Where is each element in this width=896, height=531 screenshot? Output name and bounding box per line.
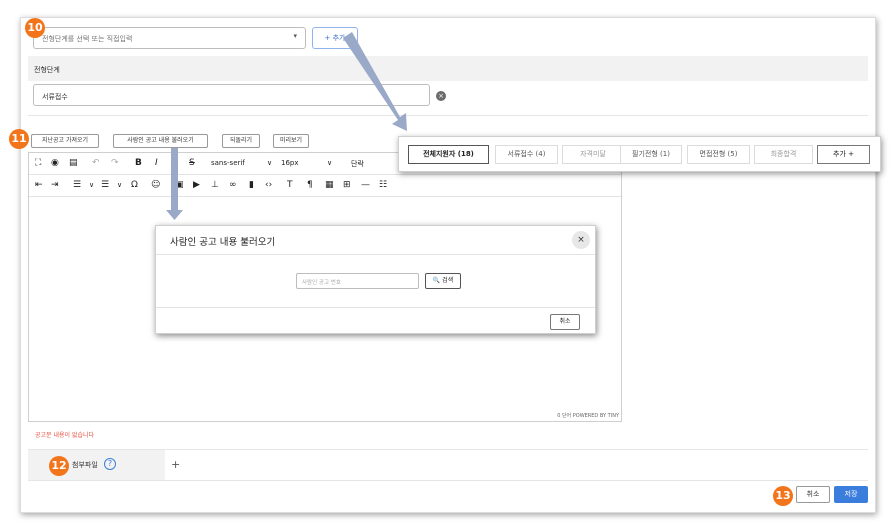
- undo-icon[interactable]: ↶: [92, 158, 100, 168]
- attachment-label: 첨부파일: [72, 461, 98, 469]
- error-message: 공고문 내용이 없습니다: [35, 432, 95, 439]
- preview-button[interactable]: 미리보기: [273, 134, 309, 148]
- step-badge-12: 12: [49, 456, 69, 476]
- redo-icon[interactable]: ↷: [111, 158, 119, 168]
- saramin-import-modal: 사람인 공고 내용 불러오기 × 사람인 공고 번호 🔍 검색 취소: [155, 225, 596, 334]
- close-icon[interactable]: ×: [572, 231, 590, 249]
- chevron-down-icon: ▾: [293, 32, 297, 40]
- add-tab-button[interactable]: 추가 +: [817, 145, 870, 164]
- emoji-icon[interactable]: ☺: [151, 180, 160, 190]
- stage-section-title: 전형단계: [28, 56, 868, 81]
- tab-final-pass[interactable]: 최종합격: [754, 145, 813, 164]
- search-button[interactable]: 🔍 검색: [425, 273, 461, 289]
- modal-cancel-button[interactable]: 취소: [550, 314, 580, 330]
- print-icon[interactable]: ▤: [69, 158, 78, 168]
- tab-all-applicants[interactable]: 전체지원자 (18): [408, 145, 489, 164]
- block-format-select[interactable]: 단락: [351, 159, 364, 169]
- cancel-button[interactable]: 취소: [796, 486, 830, 503]
- stage-input[interactable]: 서류접수: [33, 84, 430, 106]
- add-stage-button[interactable]: + 추가: [312, 27, 358, 49]
- indent-icon[interactable]: ⇥: [51, 180, 59, 190]
- divider: [28, 115, 868, 116]
- chevron-down-icon: ∨: [327, 159, 333, 167]
- image-icon[interactable]: ▣: [175, 180, 184, 190]
- font-family-select[interactable]: sans-serif: [211, 159, 245, 167]
- divider: [28, 480, 868, 481]
- divider: [156, 254, 595, 255]
- tab-unqualified[interactable]: 자격미달: [562, 145, 624, 164]
- stage-select[interactable]: 전형단계를 선택 또는 직접입력 ▾: [33, 27, 306, 49]
- code-icon[interactable]: ‹›: [265, 180, 272, 190]
- divider: [156, 307, 595, 308]
- pilcrow-icon[interactable]: ¶: [307, 180, 313, 190]
- editor-status: 0 단어 POWERED BY TINY: [557, 413, 619, 419]
- tab-interview[interactable]: 면접전형 (5): [687, 145, 750, 164]
- numbered-list-icon[interactable]: ☰: [73, 180, 81, 190]
- special-char-icon[interactable]: Ω: [131, 180, 138, 190]
- media-icon[interactable]: ▶: [193, 180, 200, 190]
- posting-number-input[interactable]: 사람인 공고 번호: [296, 273, 419, 289]
- chevron-down-icon: ∨: [117, 181, 123, 189]
- add-attachment-button[interactable]: +: [171, 458, 180, 471]
- stage-select-placeholder: 전형단계를 선택 또는 직접입력: [42, 35, 133, 43]
- modal-title: 사람인 공고 내용 불러오기: [170, 237, 276, 248]
- outdent-icon[interactable]: ⇤: [35, 180, 43, 190]
- fullscreen-icon[interactable]: ⛶: [35, 158, 41, 168]
- saramin-posting-button[interactable]: 사람인 공고 내용 불러오기: [113, 134, 208, 148]
- help-icon[interactable]: ?: [104, 458, 116, 470]
- prev-posting-button[interactable]: 지난공고 가져오기: [31, 134, 99, 148]
- italic-icon[interactable]: I: [155, 158, 158, 168]
- preview-eye-icon[interactable]: ◉: [51, 158, 59, 168]
- horizontal-rule-icon[interactable]: —: [361, 180, 370, 190]
- applicant-tabs-popup: 전체지원자 (18) 서류접수 (4) 자격미달 필기전형 (1) 면접전형 (…: [398, 136, 881, 172]
- clear-icon[interactable]: ×: [436, 91, 446, 101]
- template-icon[interactable]: ▦: [325, 180, 334, 190]
- chevron-down-icon: ∨: [267, 159, 273, 167]
- step-badge-10: 10: [25, 18, 45, 38]
- chevron-down-icon: ∨: [89, 181, 95, 189]
- font-size-select[interactable]: 16px: [281, 159, 299, 167]
- strikethrough-icon[interactable]: S: [189, 158, 195, 168]
- bullet-list-icon[interactable]: ☰: [101, 180, 109, 190]
- stamp-icon[interactable]: ⊥: [211, 180, 219, 190]
- clear-format-icon[interactable]: T: [287, 180, 293, 190]
- table-icon[interactable]: ☷: [379, 180, 387, 190]
- revert-button[interactable]: 되돌리기: [222, 134, 260, 148]
- tab-document-screening[interactable]: 서류접수 (4): [495, 145, 558, 164]
- editor-toolbar-row-2: ⇤ ⇥ ☰ ∨ ☰ ∨ Ω ☺ ▣ ▶ ⊥ ∞ ▮ ‹› T ¶ ▦ ⊞ — ☷: [29, 175, 621, 197]
- bookmark-icon[interactable]: ▮: [249, 180, 254, 190]
- step-badge-11: 11: [9, 129, 29, 149]
- save-button[interactable]: 저장: [834, 486, 868, 503]
- page-break-icon[interactable]: ⊞: [343, 180, 351, 190]
- step-badge-13: 13: [773, 486, 793, 506]
- link-icon[interactable]: ∞: [229, 180, 237, 190]
- tab-written-test[interactable]: 필기전형 (1): [620, 145, 682, 164]
- bold-icon[interactable]: B: [135, 158, 142, 168]
